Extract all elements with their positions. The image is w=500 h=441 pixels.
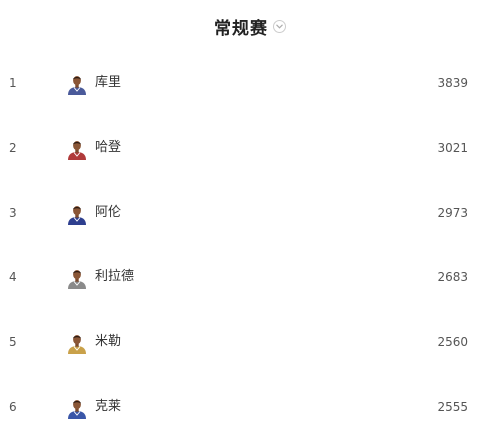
player-score: 3839 xyxy=(437,76,468,90)
player-name: 哈登 xyxy=(95,139,122,155)
player-avatar-icon xyxy=(66,138,88,160)
player-avatar-icon xyxy=(66,397,88,419)
ranking-row[interactable]: 6 克莱 2555 xyxy=(0,376,500,441)
rank-number: 1 xyxy=(9,76,17,90)
season-title: 常规赛 xyxy=(214,18,268,39)
rank-number: 3 xyxy=(9,205,17,220)
player-score: 2683 xyxy=(437,270,468,285)
ranking-row[interactable]: 3 阿伦 2973 xyxy=(0,182,500,247)
chevron-down-icon xyxy=(273,19,286,33)
player-avatar-icon xyxy=(66,203,88,225)
player-score: 2973 xyxy=(437,205,468,220)
player-avatar-icon xyxy=(66,332,88,355)
player-avatar-icon xyxy=(66,73,88,95)
player-score: 2555 xyxy=(437,399,468,414)
player-name: 克莱 xyxy=(95,398,122,414)
player-name: 阿伦 xyxy=(95,204,122,220)
rank-number: 4 xyxy=(9,270,17,285)
player-name: 库里 xyxy=(95,75,122,90)
rank-number: 6 xyxy=(9,399,17,414)
ranking-row[interactable]: 5 米勒 2560 xyxy=(0,311,500,376)
rank-number: 5 xyxy=(9,335,17,350)
player-name: 利拉德 xyxy=(95,269,135,285)
rank-number: 2 xyxy=(9,140,17,155)
player-score: 2560 xyxy=(437,335,468,350)
ranking-row[interactable]: 2 哈登 3021 xyxy=(0,117,500,182)
season-selector[interactable]: 常规赛 xyxy=(214,14,286,39)
player-avatar-icon xyxy=(66,267,88,290)
header: 常规赛 xyxy=(0,0,500,52)
player-name: 米勒 xyxy=(95,334,122,350)
ranking-row[interactable]: 1 库里 3839 xyxy=(0,52,500,117)
ranking-row[interactable]: 4 利拉德 2683 xyxy=(0,246,500,311)
ranking-list: 1 库里 3839 2 哈登 3021 3 阿伦 2973 4 利拉德 2683… xyxy=(0,52,500,441)
player-score: 3021 xyxy=(437,140,468,155)
